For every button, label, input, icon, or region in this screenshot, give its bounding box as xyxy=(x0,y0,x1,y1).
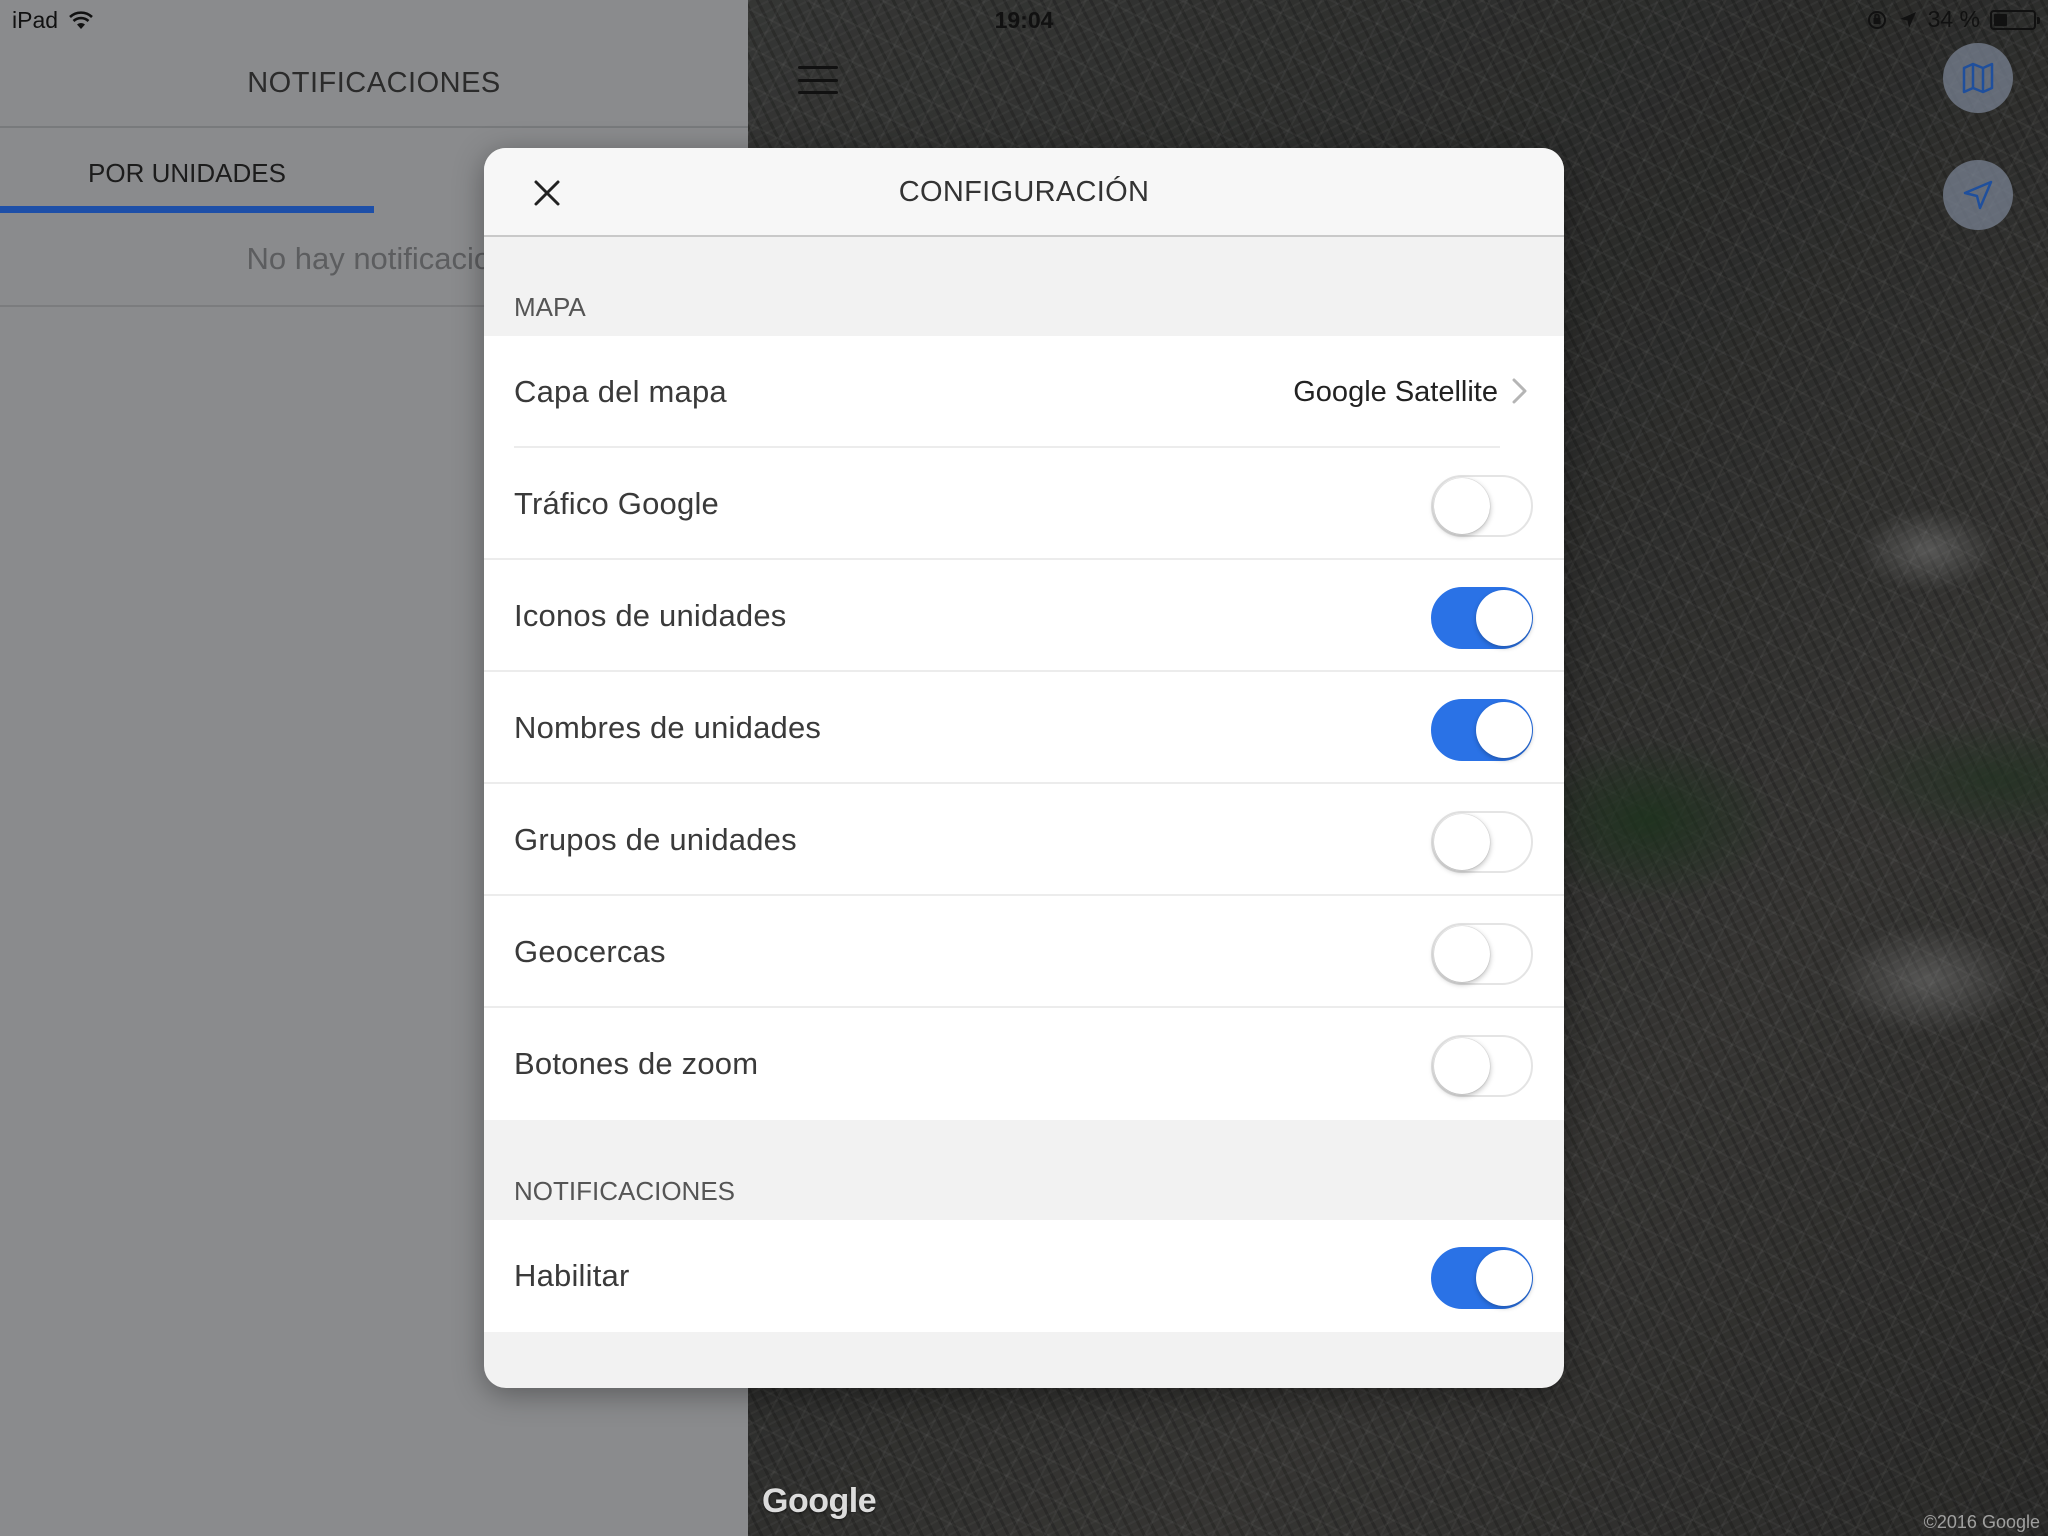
modal-header: CONFIGURACIÓN xyxy=(484,148,1564,237)
notifications-title: NOTIFICACIONES xyxy=(247,66,501,99)
google-logo: Google xyxy=(762,1482,877,1520)
settings-modal: CONFIGURACIÓN MAPA Capa del mapa Google … xyxy=(484,148,1564,1388)
hamburger-menu-icon xyxy=(798,66,838,69)
close-icon xyxy=(534,180,560,206)
toggle-grupos-de-unidades[interactable] xyxy=(1431,811,1533,873)
toggle-trafico-google[interactable] xyxy=(1431,475,1533,537)
row-label: Nombres de unidades xyxy=(514,710,822,745)
row-botones-de-zoom: Botones de zoom xyxy=(484,1008,1564,1120)
row-label: Iconos de unidades xyxy=(514,598,787,633)
toggle-iconos-de-unidades[interactable] xyxy=(1431,587,1533,649)
tab-active-indicator xyxy=(0,206,374,213)
row-label: Tráfico Google xyxy=(514,486,719,521)
row-label: Botones de zoom xyxy=(514,1046,759,1081)
locate-me-button[interactable] xyxy=(1943,160,2013,230)
settings-group-notificaciones: Habilitar xyxy=(484,1220,1564,1332)
orientation-lock-icon xyxy=(1867,10,1886,29)
row-label: Capa del mapa xyxy=(514,374,727,409)
modal-title: CONFIGURACIÓN xyxy=(898,176,1150,208)
tab-por-unidades[interactable]: POR UNIDADES xyxy=(0,130,374,216)
row-habilitar: Habilitar xyxy=(484,1220,1564,1332)
chevron-right-icon xyxy=(1512,378,1527,404)
settings-group-mapa: Capa del mapa Google Satellite Tráfico G… xyxy=(484,336,1564,1120)
toggle-nombres-de-unidades[interactable] xyxy=(1431,699,1533,761)
navigation-arrow-icon xyxy=(1963,180,1993,210)
row-iconos-de-unidades: Iconos de unidades xyxy=(484,560,1564,672)
battery-percentage: 34 % xyxy=(1927,6,1980,32)
status-bar: iPad 19:04 34 % xyxy=(0,0,2048,40)
toggle-geocercas[interactable] xyxy=(1431,923,1533,985)
row-label: Geocercas xyxy=(514,934,666,969)
map-icon xyxy=(1962,62,1994,94)
location-services-icon xyxy=(1899,11,1916,28)
notifications-header: NOTIFICACIONES xyxy=(0,40,748,128)
toggle-botones-de-zoom[interactable] xyxy=(1431,1035,1533,1097)
row-geocercas: Geocercas xyxy=(484,896,1564,1008)
section-label-notificaciones: NOTIFICACIONES xyxy=(514,1176,736,1206)
close-button[interactable] xyxy=(522,168,572,218)
toggle-habilitar[interactable] xyxy=(1431,1247,1533,1309)
map-copyright: ©2016 Google xyxy=(1923,1512,2040,1532)
battery-icon xyxy=(1990,9,2040,30)
row-capa-del-mapa[interactable]: Capa del mapa Google Satellite xyxy=(484,336,1564,448)
row-grupos-de-unidades: Grupos de unidades xyxy=(484,784,1564,896)
map-layers-button[interactable] xyxy=(1943,43,2013,113)
section-label-mapa: MAPA xyxy=(514,292,586,322)
menu-button[interactable] xyxy=(798,66,838,94)
map-layer-value: Google Satellite xyxy=(1293,375,1498,408)
row-nombres-de-unidades: Nombres de unidades xyxy=(484,672,1564,784)
row-label: Grupos de unidades xyxy=(514,822,797,857)
battery-level xyxy=(1994,13,2007,26)
row-trafico-google: Tráfico Google xyxy=(484,448,1564,560)
row-label: Habilitar xyxy=(514,1258,630,1293)
status-time: 19:04 xyxy=(994,7,1054,33)
